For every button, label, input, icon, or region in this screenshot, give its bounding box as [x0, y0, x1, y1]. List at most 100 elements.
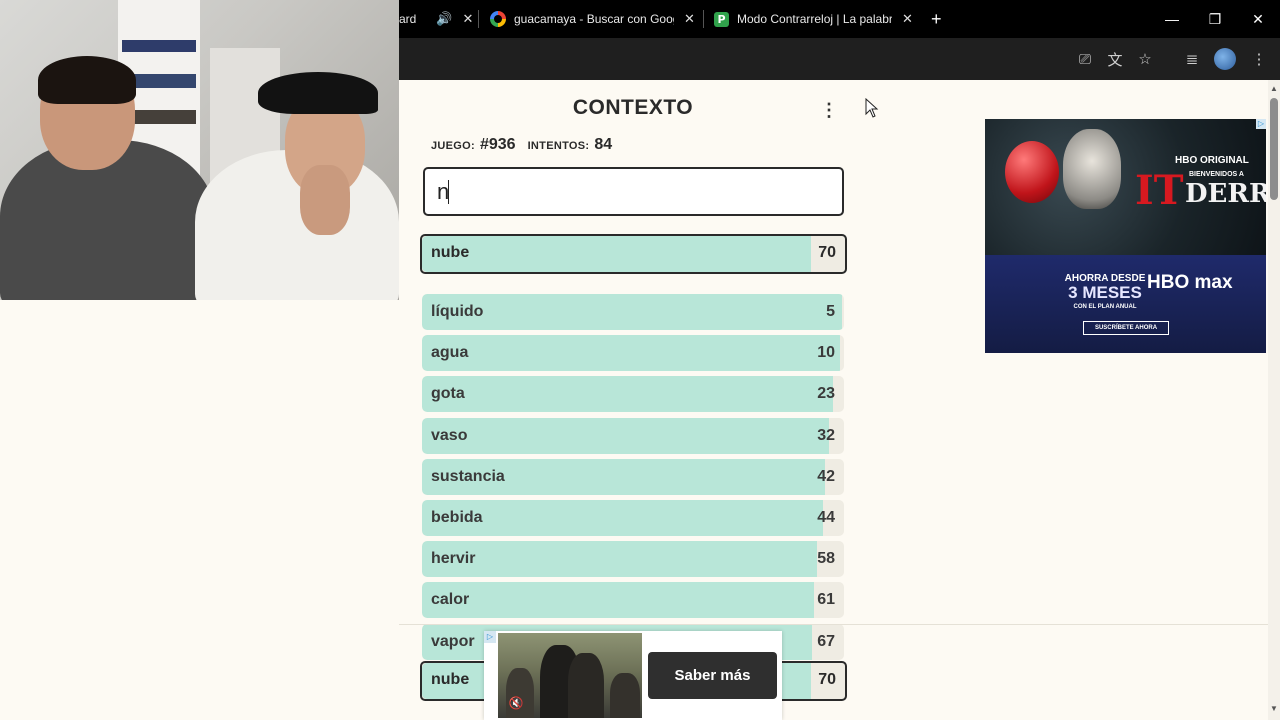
guess-word: vapor — [431, 632, 475, 650]
tab-title: ard — [399, 12, 417, 26]
adchoices-icon[interactable]: ▷ — [1256, 119, 1266, 129]
shelf-items — [122, 40, 196, 52]
hbo-max-logo: HBO max — [1147, 272, 1233, 293]
guess-rank: 70 — [818, 244, 836, 261]
profile-avatar-icon[interactable] — [1214, 48, 1236, 70]
guess-rank: 5 — [826, 303, 835, 320]
guess-progress-fill — [422, 236, 812, 272]
guess-rank: 67 — [817, 632, 835, 650]
mouse-cursor-icon — [865, 98, 879, 118]
guess-row: hervir 58 — [422, 541, 844, 578]
guess-row: líquido 5 — [422, 294, 844, 330]
tab-divider — [703, 10, 704, 28]
guess-row: agua 10 — [422, 335, 844, 372]
minimize-icon[interactable]: — — [1150, 0, 1194, 38]
game-menu-icon[interactable]: ⋮ — [820, 98, 838, 122]
scroll-up-icon[interactable]: ▲ — [1268, 84, 1280, 94]
kebab-menu-icon[interactable]: ⋮ — [1248, 48, 1270, 70]
adchoices-icon[interactable]: ▷ — [484, 631, 496, 643]
text-caret — [448, 180, 449, 204]
guess-word: calor — [431, 591, 470, 609]
guess-progress-fill — [422, 417, 830, 454]
guess-rank: 70 — [818, 670, 836, 688]
restore-icon[interactable]: ❐ — [1193, 0, 1237, 38]
guess-progress-fill — [422, 335, 840, 372]
guess-row: vaso 32 — [422, 417, 844, 454]
guess-rank: 61 — [817, 591, 835, 609]
guess-word: gota — [431, 385, 465, 403]
ad-title-it: IT — [1135, 167, 1184, 214]
guess-row: calor 61 — [422, 582, 844, 619]
google-icon — [490, 11, 506, 27]
hbo-ad-banner[interactable]: HBO ORIGINAL BIENVENIDOS A IT DERRY AHOR… — [985, 119, 1266, 353]
ad-title-derry: DERRY — [1185, 179, 1266, 209]
tab-title: guacamaya - Buscar con Googl — [514, 12, 674, 26]
current-guess-row: nube 70 — [420, 234, 847, 274]
balloon-image — [1005, 141, 1059, 203]
attempts-value: 84 — [594, 136, 613, 153]
tab-1[interactable]: ard 🔊 ✕ — [399, 0, 479, 38]
person-left-hair — [38, 56, 136, 104]
attempts-label: INTENTOS: — [527, 140, 590, 152]
video-ad[interactable]: 🔇 ▷ Saber más — [484, 631, 782, 720]
guess-word: nube — [431, 244, 470, 261]
window-close-icon[interactable]: ✕ — [1236, 0, 1280, 38]
guess-word: líquido — [431, 303, 484, 320]
speaker-icon[interactable]: 🔊 — [436, 11, 452, 27]
guess-row: gota 23 — [422, 376, 844, 413]
tab-google[interactable]: guacamaya - Buscar con Googl ✕ — [490, 0, 700, 38]
guess-rank: 10 — [817, 344, 835, 362]
video-figure — [568, 653, 604, 718]
guess-word: sustancia — [431, 467, 505, 485]
game-number-label: JUEGO: — [431, 140, 475, 152]
video-figure — [610, 673, 640, 718]
ad-video-player[interactable]: 🔇 — [498, 633, 642, 718]
guess-row: sustancia 42 — [422, 458, 844, 495]
ad-subscribe-button[interactable]: SUSCRÍBETE AHORA — [1083, 321, 1169, 335]
scrollbar-thumb[interactable] — [1270, 98, 1278, 200]
person-right-hand — [300, 165, 350, 235]
ad-subtitle: BIENVENIDOS A — [1189, 171, 1244, 178]
tab-divider — [478, 10, 479, 28]
game-title: CONTEXTO — [572, 96, 694, 119]
guess-progress-fill — [422, 582, 815, 619]
guess-rank: 32 — [817, 426, 835, 444]
scroll-down-icon[interactable]: ▼ — [1268, 704, 1280, 714]
game-stats: JUEGO: #936 INTENTOS: 84 — [431, 136, 624, 158]
guess-row: bebida 44 — [422, 500, 844, 536]
guess-word: bebida — [431, 509, 483, 526]
ad-offer-line3: CON EL PLAN ANUAL — [1073, 304, 1137, 310]
guess-word: nube — [431, 670, 470, 688]
guess-word: hervir — [431, 550, 476, 568]
close-icon[interactable]: ✕ — [684, 11, 695, 27]
close-icon[interactable]: ✕ — [463, 11, 474, 27]
guess-rank: 44 — [817, 509, 835, 526]
game-number-value: #936 — [479, 136, 516, 153]
webcam-overlay — [0, 0, 399, 300]
learn-more-button[interactable]: Saber más — [648, 652, 777, 699]
divider — [399, 624, 1268, 625]
media-control-icon[interactable]: ≣ — [1181, 48, 1203, 70]
guess-progress-fill — [422, 294, 842, 330]
ad-brand-top: HBO ORIGINAL — [1175, 155, 1249, 166]
guess-rank: 23 — [817, 385, 835, 403]
bookmark-star-icon[interactable]: ☆ — [1134, 48, 1156, 70]
guess-rank: 58 — [817, 550, 835, 568]
guess-word: vaso — [431, 426, 468, 444]
tab-title: Modo Contrarreloj | La palabra — [737, 12, 892, 26]
guess-progress-fill — [422, 376, 834, 413]
new-tab-button[interactable]: + — [931, 0, 942, 38]
person-right-cap — [258, 72, 378, 114]
install-app-icon[interactable]: ⎚ — [1074, 48, 1096, 70]
tab-contexto[interactable]: P Modo Contrarreloj | La palabra ✕ — [714, 0, 919, 38]
ad-offer-line2: 3 MESES — [1068, 283, 1142, 302]
guess-progress-fill — [422, 541, 817, 578]
guess-rank: 42 — [817, 467, 835, 485]
mute-icon[interactable]: 🔇 — [508, 695, 524, 711]
guess-word: agua — [431, 344, 469, 362]
translate-icon[interactable]: 文 — [1104, 48, 1126, 70]
close-icon[interactable]: ✕ — [902, 11, 913, 27]
p-icon: P — [714, 11, 729, 27]
clown-image — [1063, 129, 1121, 209]
word-input[interactable] — [423, 167, 844, 216]
